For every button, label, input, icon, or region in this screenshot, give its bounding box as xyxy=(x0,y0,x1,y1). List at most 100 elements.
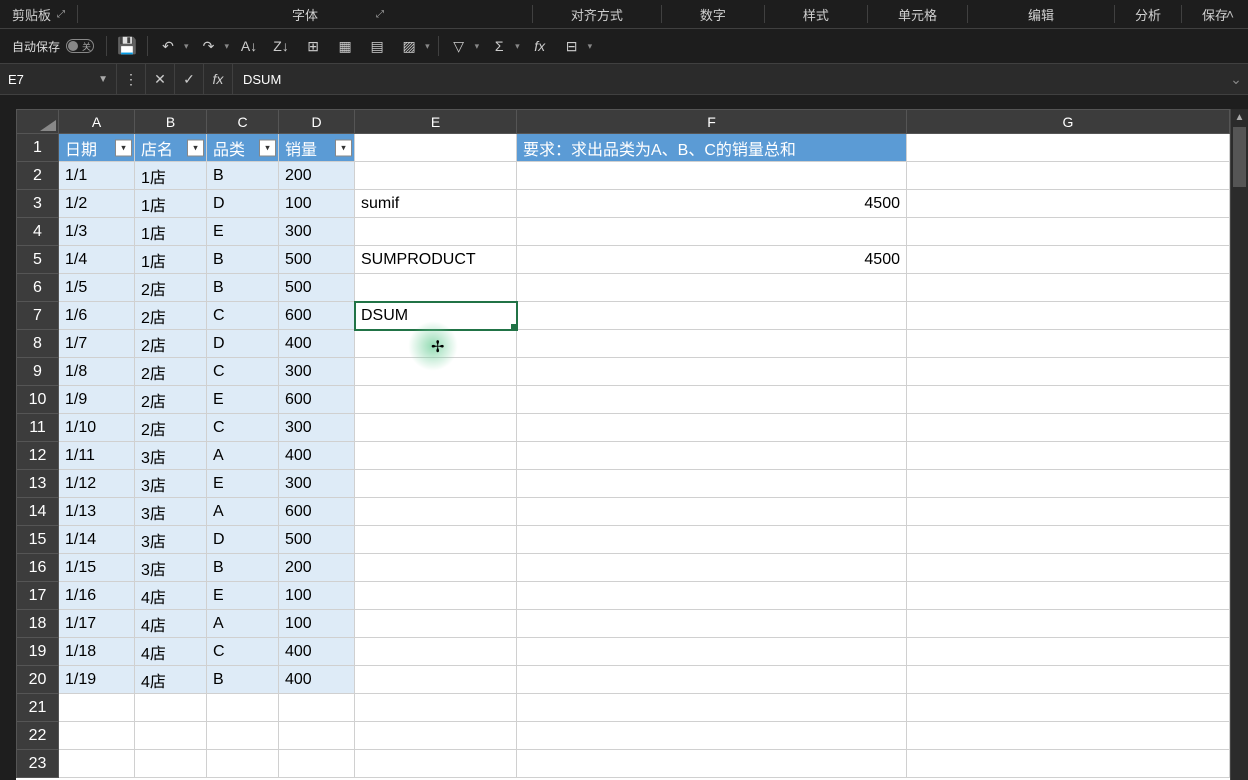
cancel-formula-icon[interactable]: ✕ xyxy=(146,64,175,94)
cell-E16[interactable] xyxy=(355,554,517,582)
cell-E1[interactable] xyxy=(355,134,517,162)
cell-G14[interactable] xyxy=(907,498,1230,526)
toggle-switch[interactable]: 关 xyxy=(66,39,94,53)
row-header[interactable]: 21 xyxy=(17,694,59,722)
select-all-corner[interactable] xyxy=(17,110,59,134)
cell-D15[interactable]: 500 xyxy=(279,526,355,554)
cell-F16[interactable] xyxy=(517,554,907,582)
cell-A14[interactable]: 1/13 xyxy=(59,498,135,526)
cell-B15[interactable]: 3店 xyxy=(135,526,207,554)
name-box-split-icon[interactable]: ⋮ xyxy=(117,64,146,94)
autosave-toggle[interactable]: 自动保存 关 xyxy=(8,38,98,55)
cell-E15[interactable] xyxy=(355,526,517,554)
cell-G3[interactable] xyxy=(907,190,1230,218)
cell-A10[interactable]: 1/9 xyxy=(59,386,135,414)
cell-A17[interactable]: 1/16 xyxy=(59,582,135,610)
cell-C15[interactable]: D xyxy=(207,526,279,554)
cell-C14[interactable]: A xyxy=(207,498,279,526)
fx-icon[interactable]: fx xyxy=(528,34,552,58)
cell-G2[interactable] xyxy=(907,162,1230,190)
cell-D7[interactable]: 600 xyxy=(279,302,355,330)
cell-E10[interactable] xyxy=(355,386,517,414)
cell-F21[interactable] xyxy=(517,694,907,722)
cell-B6[interactable]: 2店 xyxy=(135,274,207,302)
cell-E3[interactable]: sumif xyxy=(355,190,517,218)
cell-A6[interactable]: 1/5 xyxy=(59,274,135,302)
col-header-f[interactable]: F xyxy=(517,110,907,134)
cell-C10[interactable]: E xyxy=(207,386,279,414)
cell-D2[interactable]: 200 xyxy=(279,162,355,190)
cell-F11[interactable] xyxy=(517,414,907,442)
cell-E18[interactable] xyxy=(355,610,517,638)
cell-D14[interactable]: 600 xyxy=(279,498,355,526)
row-header[interactable]: 2 xyxy=(17,162,59,190)
row-header[interactable]: 5 xyxy=(17,246,59,274)
cell-D12[interactable]: 400 xyxy=(279,442,355,470)
cell-A7[interactable]: 1/6 xyxy=(59,302,135,330)
cell-D11[interactable]: 300 xyxy=(279,414,355,442)
cell-G13[interactable] xyxy=(907,470,1230,498)
cell-E4[interactable] xyxy=(355,218,517,246)
cell-A13[interactable]: 1/12 xyxy=(59,470,135,498)
cell-B9[interactable]: 2店 xyxy=(135,358,207,386)
cell-C17[interactable]: E xyxy=(207,582,279,610)
save-icon[interactable]: 💾 xyxy=(115,34,139,58)
cell-F7[interactable] xyxy=(517,302,907,330)
cell-B11[interactable]: 2店 xyxy=(135,414,207,442)
filter-dropdown-icon[interactable]: ▾ xyxy=(335,139,352,156)
cell-C18[interactable]: A xyxy=(207,610,279,638)
cell-B10[interactable]: 2店 xyxy=(135,386,207,414)
cell-F9[interactable] xyxy=(517,358,907,386)
cell-F5[interactable]: 4500 xyxy=(517,246,907,274)
cell-D3[interactable]: 100 xyxy=(279,190,355,218)
cell-D18[interactable]: 100 xyxy=(279,610,355,638)
cell-C1[interactable]: 品类▾ xyxy=(207,134,279,162)
cell-B12[interactable]: 3店 xyxy=(135,442,207,470)
formula-input[interactable] xyxy=(233,64,1224,94)
row-header[interactable]: 14 xyxy=(17,498,59,526)
cell-E6[interactable] xyxy=(355,274,517,302)
col-header-b[interactable]: B xyxy=(135,110,207,134)
cell-E19[interactable] xyxy=(355,638,517,666)
cell-E5[interactable]: SUMPRODUCT xyxy=(355,246,517,274)
row-header[interactable]: 8 xyxy=(17,330,59,358)
filter-dropdown-icon[interactable]: ▾ xyxy=(475,41,480,52)
sheet-table[interactable]: A B C D E F G 1日期▾店名▾品类▾销量▾要求：求出品类为A、B、C… xyxy=(16,109,1230,778)
cell-B16[interactable]: 3店 xyxy=(135,554,207,582)
cell-G6[interactable] xyxy=(907,274,1230,302)
row-header[interactable]: 22 xyxy=(17,722,59,750)
row-header[interactable]: 10 xyxy=(17,386,59,414)
cell-C7[interactable]: C xyxy=(207,302,279,330)
cell-D19[interactable]: 400 xyxy=(279,638,355,666)
row-header[interactable]: 3 xyxy=(17,190,59,218)
cell-B20[interactable]: 4店 xyxy=(135,666,207,694)
cell-F6[interactable] xyxy=(517,274,907,302)
cell-G21[interactable] xyxy=(907,694,1230,722)
cell-D4[interactable]: 300 xyxy=(279,218,355,246)
dropdown-icon[interactable]: ▾ xyxy=(425,41,430,52)
cell-A16[interactable]: 1/15 xyxy=(59,554,135,582)
cell-C13[interactable]: E xyxy=(207,470,279,498)
cell-E20[interactable] xyxy=(355,666,517,694)
cell-B19[interactable]: 4店 xyxy=(135,638,207,666)
cell-D20[interactable]: 400 xyxy=(279,666,355,694)
autosum-dropdown-icon[interactable]: ▾ xyxy=(515,41,520,52)
cell-C3[interactable]: D xyxy=(207,190,279,218)
cell-A8[interactable]: 1/7 xyxy=(59,330,135,358)
sort-asc-icon[interactable]: A↓ xyxy=(237,34,261,58)
cell-C2[interactable]: B xyxy=(207,162,279,190)
cell-C8[interactable]: D xyxy=(207,330,279,358)
collapse-ribbon-icon[interactable]: ˄ xyxy=(1222,2,1238,26)
cell-G15[interactable] xyxy=(907,526,1230,554)
scrollbar-thumb[interactable] xyxy=(1233,127,1246,187)
cell-F10[interactable] xyxy=(517,386,907,414)
autosum-icon[interactable]: Σ xyxy=(487,34,511,58)
cell-A20[interactable]: 1/19 xyxy=(59,666,135,694)
expand-formula-bar-icon[interactable]: ⌄ xyxy=(1224,71,1248,88)
cell-E14[interactable] xyxy=(355,498,517,526)
cell-C11[interactable]: C xyxy=(207,414,279,442)
cell-B13[interactable]: 3店 xyxy=(135,470,207,498)
cell-F17[interactable] xyxy=(517,582,907,610)
cell-D17[interactable]: 100 xyxy=(279,582,355,610)
row-header[interactable]: 17 xyxy=(17,582,59,610)
